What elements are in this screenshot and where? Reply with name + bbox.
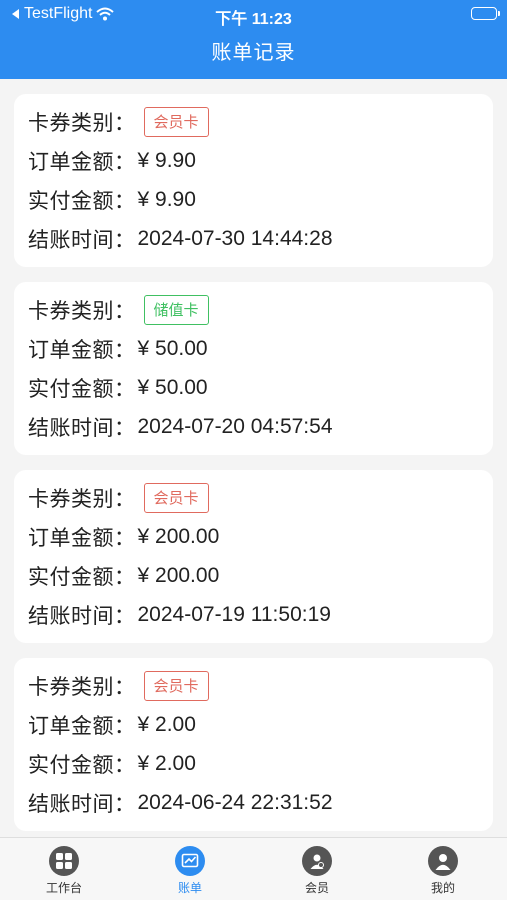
- checkout-time-value: 2024-07-19 11:50:19: [137, 603, 331, 626]
- paid-amount-label: 实付金额：: [28, 754, 136, 777]
- tab-workbench[interactable]: 工作台: [19, 846, 109, 896]
- card-type-label: 卡券类别：: [28, 676, 136, 699]
- order-amount-label: 订单金额：: [28, 715, 136, 738]
- tab-label: 会员: [304, 881, 329, 895]
- card-type-row: 卡券类别： 会员卡: [28, 106, 209, 138]
- card-type-badge: 会员卡: [143, 671, 209, 701]
- card-type-label: 卡券类别：: [28, 488, 136, 511]
- bill-card[interactable]: 卡券类别： 会员卡 订单金额： ¥ 2.00 实付金额： ¥ 2.00 结账时间…: [14, 658, 493, 831]
- order-amount-label: 订单金额：: [28, 151, 136, 174]
- paid-amount-label: 实付金额：: [28, 378, 136, 401]
- order-amount-value: ¥ 200.00: [137, 525, 220, 548]
- status-bar: TestFlight 下午 11:23: [0, 0, 507, 28]
- card-type-label: 卡券类别：: [28, 300, 136, 323]
- card-type-row: 卡券类别： 会员卡: [28, 482, 209, 514]
- card-type-row: 卡券类别： 会员卡: [28, 670, 209, 702]
- checkout-time-row: 结账时间： 2024-06-24 22:31:52: [28, 787, 333, 819]
- order-amount-label: 订单金额：: [28, 339, 136, 362]
- paid-amount-label: 实付金额：: [28, 190, 136, 213]
- order-amount-value: ¥ 9.90: [137, 149, 196, 172]
- order-amount-row: 订单金额： ¥ 9.90: [28, 145, 196, 177]
- order-amount-label: 订单金额：: [28, 527, 136, 550]
- checkout-time-value: 2024-06-24 22:31:52: [137, 791, 333, 814]
- tab-label: 我的: [430, 881, 455, 895]
- paid-amount-row: 实付金额： ¥ 200.00: [28, 560, 219, 592]
- member-icon: [302, 846, 332, 876]
- order-amount-value: ¥ 50.00: [137, 337, 208, 360]
- checkout-time-value: 2024-07-20 04:57:54: [137, 415, 333, 438]
- page-title: 账单记录: [211, 42, 296, 64]
- checkout-time-label: 结账时间：: [28, 793, 136, 816]
- status-time: 下午 11:23: [215, 11, 292, 28]
- person-icon: [428, 846, 458, 876]
- order-amount-row: 订单金额： ¥ 2.00: [28, 709, 196, 741]
- card-type-row: 卡券类别： 储值卡: [28, 294, 209, 326]
- top-bar: TestFlight 下午 11:23 账单记录: [0, 0, 507, 79]
- checkout-time-label: 结账时间：: [28, 417, 136, 440]
- bill-card[interactable]: 卡券类别： 储值卡 订单金额： ¥ 50.00 实付金额： ¥ 50.00 结账…: [14, 282, 493, 455]
- paid-amount-value: ¥ 50.00: [137, 376, 208, 399]
- paid-amount-row: 实付金额： ¥ 50.00: [28, 372, 208, 404]
- checkout-time-row: 结账时间： 2024-07-20 04:57:54: [28, 411, 333, 443]
- paid-amount-label: 实付金额：: [28, 566, 136, 589]
- tab-bar: 工作台 账单 会员 我的: [0, 837, 507, 900]
- paid-amount-row: 实付金额： ¥ 9.90: [28, 184, 196, 216]
- tab-label: 工作台: [45, 881, 82, 895]
- order-amount-value: ¥ 2.00: [137, 713, 196, 736]
- card-type-badge: 储值卡: [143, 295, 209, 325]
- tab-label: 账单: [177, 881, 202, 895]
- card-type-label: 卡券类别：: [28, 112, 136, 135]
- paid-amount-value: ¥ 9.90: [137, 188, 196, 211]
- paid-amount-value: ¥ 2.00: [137, 752, 196, 775]
- tab-bills[interactable]: 账单: [145, 846, 235, 896]
- battery-icon: [471, 7, 500, 20]
- order-amount-row: 订单金额： ¥ 50.00: [28, 333, 208, 365]
- checkout-time-row: 结账时间： 2024-07-30 14:44:28: [28, 223, 333, 255]
- checkout-time-value: 2024-07-30 14:44:28: [137, 227, 333, 250]
- checkout-time-row: 结账时间： 2024-07-19 11:50:19: [28, 599, 331, 631]
- tab-mine[interactable]: 我的: [398, 846, 488, 896]
- paid-amount-row: 实付金额： ¥ 2.00: [28, 748, 196, 780]
- card-type-badge: 会员卡: [143, 483, 209, 513]
- card-type-badge: 会员卡: [143, 107, 209, 137]
- chart-icon: [175, 846, 205, 876]
- grid-icon: [49, 846, 79, 876]
- order-amount-row: 订单金额： ¥ 200.00: [28, 521, 219, 553]
- tab-members[interactable]: 会员: [272, 846, 362, 896]
- checkout-time-label: 结账时间：: [28, 229, 136, 252]
- paid-amount-value: ¥ 200.00: [137, 564, 220, 587]
- bill-card[interactable]: 卡券类别： 会员卡 订单金额： ¥ 200.00 实付金额： ¥ 200.00 …: [14, 470, 493, 643]
- bill-card[interactable]: 卡券类别： 会员卡 订单金额： ¥ 9.90 实付金额： ¥ 9.90 结账时间…: [14, 94, 493, 267]
- bill-list: 卡券类别： 会员卡 订单金额： ¥ 9.90 实付金额： ¥ 9.90 结账时间…: [14, 94, 493, 846]
- checkout-time-label: 结账时间：: [28, 605, 136, 628]
